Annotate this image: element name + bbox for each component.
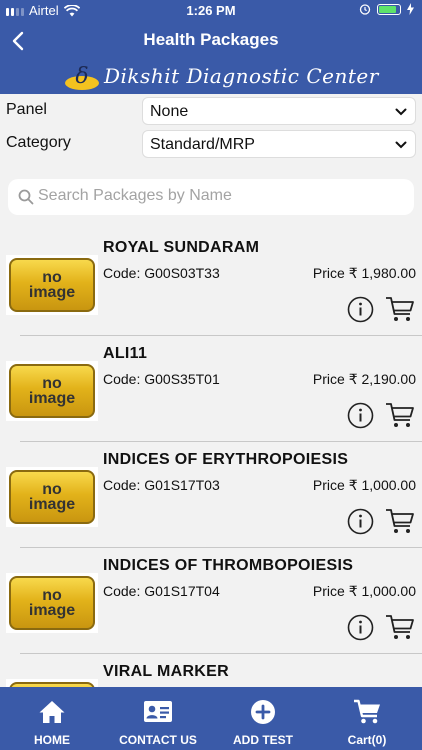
status-right [359,3,414,15]
brand-banner: δ Dikshit Diagnostic Center [0,60,422,94]
add-to-cart-icon[interactable] [385,295,415,323]
panel-select[interactable]: None [142,97,416,125]
package-name: ROYAL SUNDARAM [103,239,260,256]
add-to-cart-icon[interactable] [385,613,415,641]
package-thumbnail: no image [6,467,98,527]
panel-value: None [150,103,189,120]
package-thumbnail [6,679,98,687]
home-icon [39,701,65,723]
package-price: Price ₹ 1,980.00 [312,265,416,281]
info-icon[interactable] [347,508,374,535]
charging-icon [407,3,414,15]
tab-label: Cart(0) [347,733,387,747]
tab-add-test[interactable]: ADD TEST [216,687,310,750]
tab-contact-us[interactable]: CONTACT US [108,687,208,750]
tab-label: HOME [34,733,70,747]
info-icon[interactable] [347,296,374,323]
info-icon[interactable] [347,402,374,429]
tab-label: ADD TEST [233,733,293,747]
category-label: Category [6,134,71,151]
battery-icon [377,3,401,15]
package-name: ALI11 [103,345,148,362]
contact-card-icon [144,701,172,722]
search-icon [18,189,34,205]
add-to-cart-icon[interactable] [385,401,415,429]
status-bar: Airtel 1:26 PM [0,0,422,22]
tab-home[interactable]: HOME [6,687,98,750]
tab-label: CONTACT US [119,733,197,747]
package-thumbnail: no image [6,573,98,633]
brand-name: Dikshit Diagnostic Center [104,64,379,88]
package-code: Code: G01S17T04 [103,583,220,599]
info-icon[interactable] [347,614,374,641]
package-item[interactable]: no image INDICES OF ERYTHROPOIESIS Code: … [0,443,422,548]
tab-bar: HOME CONTACT US ADD TEST Cart(0) [0,687,422,750]
package-name: VIRAL MARKER [103,663,229,680]
row-divider [20,547,422,548]
panel-label: Panel [6,101,47,118]
alarm-icon [359,4,371,15]
package-list[interactable]: no image ROYAL SUNDARAM Code: G00S03T33 P… [0,231,422,687]
add-to-cart-icon[interactable] [385,507,415,535]
cart-icon [354,699,380,724]
row-divider [20,441,422,442]
package-price: Price ₹ 1,000.00 [312,477,416,493]
package-item[interactable]: no image ROYAL SUNDARAM Code: G00S03T33 P… [0,231,422,336]
search-bar [8,179,414,215]
chevron-down-icon [395,108,407,116]
chevron-down-icon [395,141,407,149]
package-name: INDICES OF ERYTHROPOIESIS [103,451,349,468]
no-image-placeholder: no image [9,470,95,524]
category-value: Standard/MRP [150,136,255,153]
tab-cart[interactable]: Cart(0) [320,687,414,750]
row-divider [20,653,422,654]
brand-logo: δ [65,64,99,90]
no-image-placeholder: no image [9,258,95,312]
package-item[interactable]: no image INDICES OF THROMBOPOIESIS Code: … [0,549,422,654]
search-input[interactable] [38,187,398,205]
logo-letter: δ [75,64,88,89]
add-circle-icon [251,700,275,724]
nav-bar: Health Packages [0,22,422,60]
package-name: INDICES OF THROMBOPOIESIS [103,557,354,574]
package-item[interactable]: VIRAL MARKER [0,655,422,687]
no-image-placeholder: no image [9,364,95,418]
package-item[interactable]: no image ALI11 Code: G00S35T01 Price ₹ 2,… [0,337,422,442]
category-select[interactable]: Standard/MRP [142,130,416,158]
package-price: Price ₹ 2,190.00 [312,371,416,387]
page-title: Health Packages [143,30,279,49]
package-code: Code: G01S17T03 [103,477,220,493]
package-thumbnail: no image [6,361,98,421]
package-price: Price ₹ 1,000.00 [312,583,416,599]
package-thumbnail: no image [6,255,98,315]
panel-filter: Panel None [0,97,422,127]
category-filter: Category Standard/MRP [0,130,422,160]
package-code: Code: G00S35T01 [103,371,220,387]
row-divider [20,335,422,336]
no-image-placeholder: no image [9,576,95,630]
package-code: Code: G00S03T33 [103,265,220,281]
